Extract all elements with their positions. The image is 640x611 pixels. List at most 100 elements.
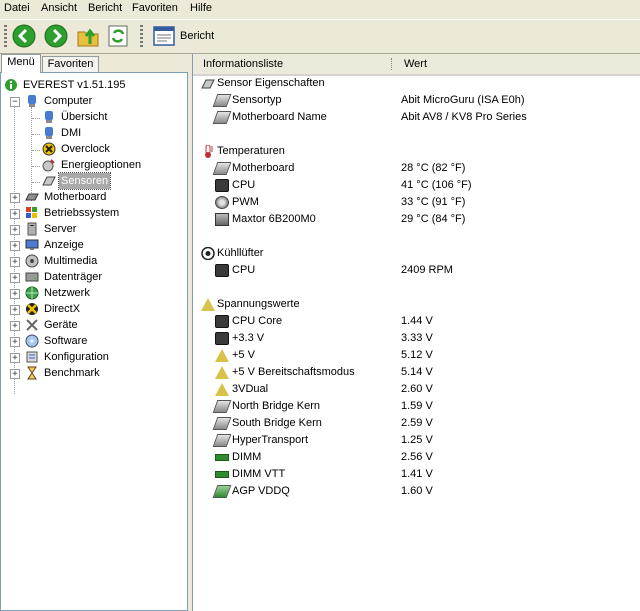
windows-logo-icon — [26, 207, 37, 218]
dimm-icon — [215, 471, 229, 478]
chipset-icon — [212, 400, 232, 413]
tab-favoriten[interactable]: Favoriten — [42, 56, 99, 72]
expand-icon[interactable]: + — [10, 321, 20, 331]
collapse-icon[interactable]: − — [10, 97, 20, 107]
column-separator[interactable] — [391, 58, 393, 70]
field-label: +5 V — [232, 349, 255, 361]
field-label: +5 V Bereitschaftsmodus — [232, 366, 355, 378]
expand-icon[interactable]: + — [10, 257, 20, 267]
data-row[interactable]: HyperTransport 1.25 V — [193, 432, 640, 449]
data-row[interactable]: DIMM VTT 1.41 V — [193, 466, 640, 483]
tree-item-label: Software — [44, 335, 88, 347]
section-title: Sensor Eigenschaften — [217, 77, 325, 89]
section-header-temperatures: Temperaturen — [193, 143, 640, 160]
field-value: 1.25 V — [401, 434, 433, 446]
column-header-info[interactable]: Informationsliste — [203, 58, 283, 70]
server-icon — [27, 222, 37, 236]
folder-up-icon[interactable] — [76, 24, 100, 48]
data-row[interactable]: CPU 41 °C (106 °F) — [193, 177, 640, 194]
report-button-label[interactable]: Bericht — [180, 30, 214, 42]
tree-item-label: DirectX — [44, 303, 81, 315]
tab-menu[interactable]: Menü — [1, 54, 41, 73]
tree-item-label: Motherboard — [44, 191, 107, 203]
data-row[interactable]: CPU Core 1.44 V — [193, 313, 640, 330]
field-value: 28 °C (82 °F) — [401, 162, 466, 174]
tree-item-label: Betriebssystem — [44, 207, 120, 219]
speaker-icon — [25, 254, 39, 268]
voltage-icon — [215, 383, 229, 396]
data-row[interactable]: DIMM 2.56 V — [193, 449, 640, 466]
field-value: 1.44 V — [401, 315, 433, 327]
field-label: South Bridge Kern — [232, 417, 322, 429]
menu-ansicht[interactable]: Ansicht — [41, 2, 77, 14]
data-row[interactable]: PWM 33 °C (91 °F) — [193, 194, 640, 211]
chipset-icon — [212, 417, 232, 430]
directx-icon — [26, 303, 38, 315]
cpu-icon — [215, 332, 229, 345]
left-pane: Menü Favoriten EVEREST v1.51.195 − Compu… — [0, 54, 188, 611]
data-row[interactable]: CPU 2409 RPM — [193, 262, 640, 279]
field-label: North Bridge Kern — [232, 400, 321, 412]
field-value: 2.59 V — [401, 417, 433, 429]
expand-icon[interactable]: + — [10, 305, 20, 315]
tree-item-label: Übersicht — [61, 111, 108, 123]
cpu-icon — [215, 179, 229, 192]
overclock-icon — [42, 142, 56, 156]
field-value: Abit MicroGuru (ISA E0h) — [401, 94, 525, 106]
data-row[interactable]: Sensortyp Abit MicroGuru (ISA E0h) — [193, 92, 640, 109]
section-header-sensor: Sensor Eigenschaften — [193, 75, 640, 92]
expand-icon[interactable]: + — [10, 209, 20, 219]
menu-bar: Datei Ansicht Bericht Favoriten Hilfe — [0, 0, 640, 18]
configuration-icon — [26, 351, 38, 363]
data-row[interactable]: 3VDual 2.60 V — [193, 381, 640, 398]
data-row[interactable]: Motherboard 28 °C (82 °F) — [193, 160, 640, 177]
field-label: Motherboard — [232, 162, 295, 174]
voltage-warning-icon — [201, 298, 215, 311]
data-row[interactable]: +3.3 V 3.33 V — [193, 330, 640, 347]
menu-hilfe[interactable]: Hilfe — [190, 2, 212, 14]
data-row[interactable]: Motherboard Name Abit AV8 / KV8 Pro Serie… — [193, 109, 640, 126]
data-row[interactable]: +5 V Bereitschaftsmodus 5.14 V — [193, 364, 640, 381]
field-value: 1.59 V — [401, 400, 433, 412]
expand-icon[interactable]: + — [10, 225, 20, 235]
data-row[interactable]: North Bridge Kern 1.59 V — [193, 398, 640, 415]
dimm-icon — [215, 454, 229, 461]
expand-icon[interactable]: + — [10, 241, 20, 251]
menu-bericht[interactable]: Bericht — [88, 2, 122, 14]
field-value: 2.60 V — [401, 383, 433, 395]
toolbar-grip[interactable] — [4, 25, 7, 47]
tree-item-label: Energieoptionen — [61, 159, 142, 171]
expand-icon[interactable]: + — [10, 273, 20, 283]
tree-item-label: Datenträger — [44, 271, 103, 283]
everest-logo-icon — [5, 79, 17, 91]
column-header-value[interactable]: Wert — [404, 58, 427, 70]
section-title: Spannungswerte — [217, 298, 300, 310]
data-row[interactable]: South Bridge Kern 2.59 V — [193, 415, 640, 432]
data-row[interactable]: Maxtor 6B200M0 29 °C (84 °F) — [193, 211, 640, 228]
refresh-icon[interactable] — [106, 24, 130, 48]
tree-item-label: Anzeige — [44, 239, 84, 251]
computer-icon — [45, 127, 53, 139]
menu-favoriten[interactable]: Favoriten — [132, 2, 178, 14]
expand-icon[interactable]: + — [10, 353, 20, 363]
forward-icon[interactable] — [44, 24, 68, 48]
back-icon[interactable] — [12, 24, 36, 48]
expand-icon[interactable]: + — [10, 369, 20, 379]
expand-icon[interactable]: + — [10, 337, 20, 347]
menu-datei[interactable]: Datei — [4, 2, 30, 14]
motherboard-icon — [212, 111, 232, 124]
field-value: 33 °C (91 °F) — [401, 196, 466, 208]
field-value: 3.33 V — [401, 332, 433, 344]
cpu-icon — [215, 264, 229, 277]
data-row[interactable]: AGP VDDQ 1.60 V — [193, 483, 640, 500]
tree-item-label: Computer — [44, 95, 93, 107]
expand-icon[interactable]: + — [10, 289, 20, 299]
voltage-icon — [215, 366, 229, 379]
column-header: Informationsliste Wert — [193, 54, 640, 76]
field-label: DIMM — [232, 451, 262, 463]
report-icon[interactable] — [152, 24, 176, 48]
expand-icon[interactable]: + — [10, 193, 20, 203]
data-row[interactable]: +5 V 5.12 V — [193, 347, 640, 364]
tree-item-label: DMI — [61, 127, 82, 139]
thermometer-icon — [205, 145, 213, 158]
